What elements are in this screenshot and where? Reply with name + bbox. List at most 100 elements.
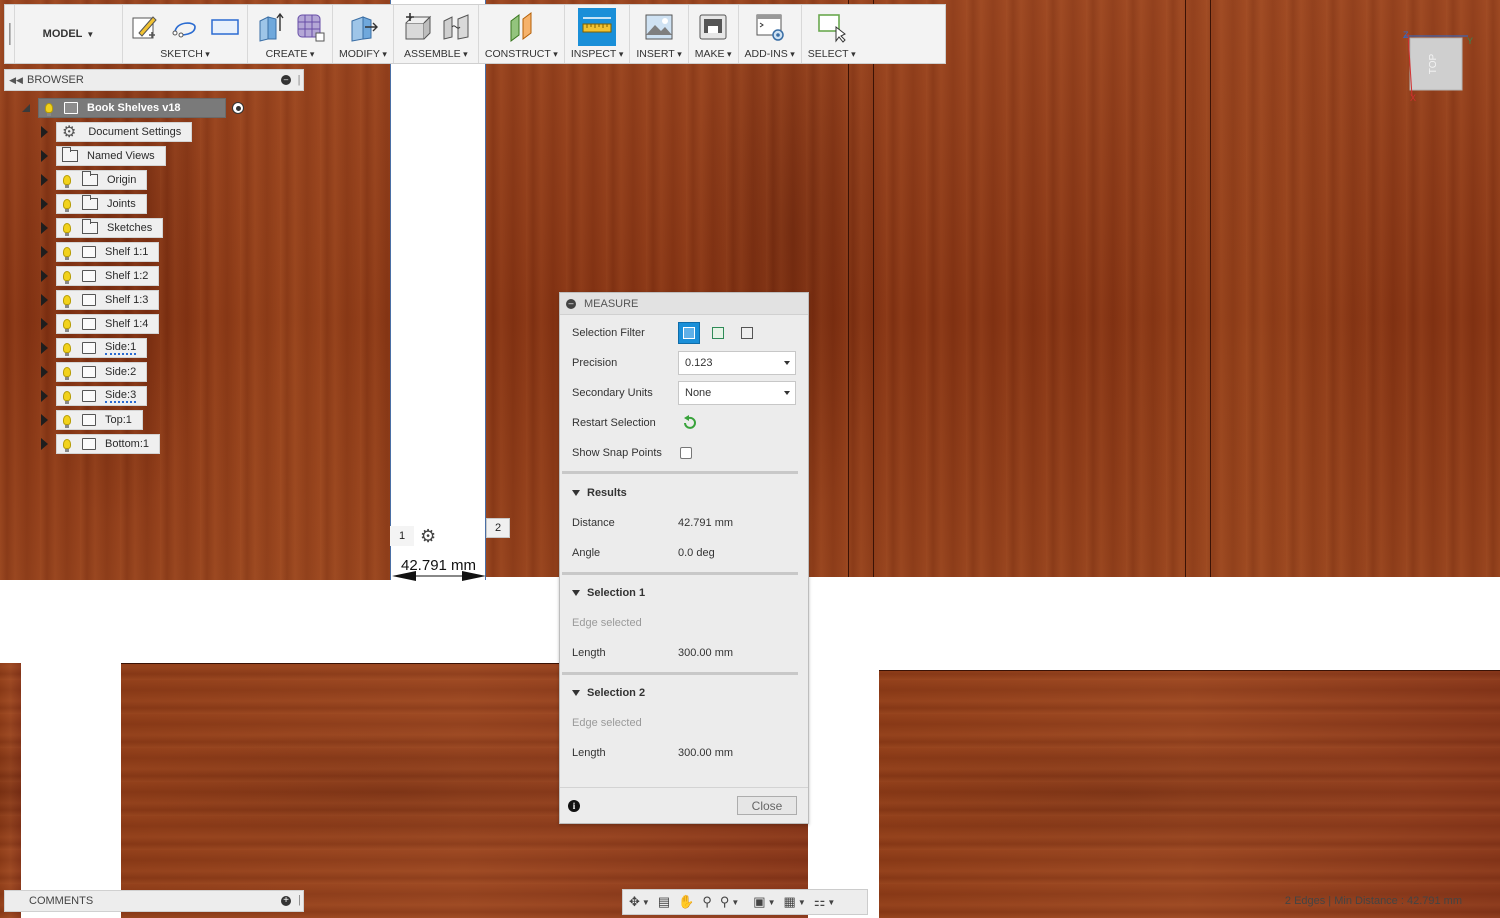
toolbar-group-sketch[interactable]: SKETCH [123,5,248,63]
measure-title-bar[interactable]: – MEASURE [560,293,808,315]
browser-pin-icon[interactable]: | [295,74,303,86]
add-comment-icon[interactable]: + [281,896,291,906]
pan-icon[interactable]: ✋ [678,892,694,912]
toolbar-group-create[interactable]: CREATE [248,5,333,63]
browser-item-origin[interactable]: Origin [38,170,148,190]
selection2-section-header[interactable]: Selection 2 [572,678,645,708]
expand-toggle[interactable] [38,314,50,334]
toolbar-group-insert[interactable]: INSERT [630,5,689,63]
restart-selection-icon[interactable] [681,415,697,431]
show-snap-points-checkbox[interactable] [680,447,692,459]
create-sketch-icon[interactable] [129,11,161,43]
visibility-bulb-icon[interactable] [39,103,59,116]
visibility-bulb-icon[interactable] [57,343,77,356]
browser-item-side-1[interactable]: Side:1 [38,338,148,358]
grid-settings-icon[interactable]: ▦ ▼ [784,892,806,912]
toolbar-group-add-ins[interactable]: ADD-INS [739,5,802,63]
line-icon[interactable] [169,11,201,43]
expand-toggle[interactable] [38,194,50,214]
3d-print-icon[interactable] [697,11,729,43]
visibility-bulb-icon[interactable] [57,175,77,188]
browser-item-side-2[interactable]: Side:2 [38,362,148,382]
secondary-units-dropdown[interactable]: None [678,381,796,405]
toolbar-group-select[interactable]: SELECT [802,5,862,63]
visibility-bulb-icon[interactable] [57,415,77,428]
expand-toggle[interactable] [38,386,50,406]
toolbar-group-make[interactable]: MAKE [689,5,739,63]
visibility-bulb-icon[interactable] [57,439,77,452]
browser-item-side-3[interactable]: Side:3 [38,386,148,406]
gear-icon[interactable]: ⚙ [420,526,436,546]
workspace-dropdown[interactable]: MODEL ▼ [15,5,123,63]
precision-dropdown[interactable]: 0.123 [678,351,796,375]
select-faces-filter-icon[interactable] [707,322,729,344]
display-settings-icon[interactable]: ▣ ▼ [753,892,775,912]
zoom-window-icon[interactable]: ⚲ ▼ [720,892,739,912]
visibility-bulb-icon[interactable] [57,319,77,332]
extrude-icon[interactable] [254,11,286,43]
expand-toggle[interactable] [38,218,50,238]
visibility-bulb-icon[interactable] [57,367,77,380]
new-component-icon[interactable] [400,11,432,43]
zoom-icon[interactable]: ⚲ [702,892,712,912]
insert-image-icon[interactable] [643,11,675,43]
browser-item-top-1[interactable]: Top:1 [38,410,143,430]
toolbar-group-inspect[interactable]: INSPECT [565,5,631,63]
browser-header[interactable]: ◀◀ BROWSER – | [4,69,304,91]
rectangle-icon[interactable] [209,11,241,43]
expand-toggle[interactable] [38,266,50,286]
toolbar-group-construct[interactable]: CONSTRUCT [479,5,565,63]
look-at-icon[interactable]: ▤ [658,892,670,912]
visibility-bulb-icon[interactable] [57,247,77,260]
measure-icon[interactable] [578,8,617,46]
activate-radio-icon[interactable] [232,102,244,114]
expand-toggle[interactable] [38,242,50,262]
visibility-bulb-icon[interactable] [57,271,77,284]
collapse-arrows-icon[interactable]: ◀◀ [5,75,27,86]
visibility-bulb-icon[interactable] [57,199,77,212]
browser-item-document-settings[interactable]: ⚙ Document Settings [38,122,193,142]
toolbar-group-modify[interactable]: MODIFY [333,5,394,63]
expand-toggle[interactable] [38,410,50,430]
info-icon[interactable]: i [568,800,580,812]
viewports-icon[interactable]: ⚏ ▼ [814,892,836,912]
visibility-bulb-icon[interactable] [57,295,77,308]
collapse-icon[interactable]: – [566,298,576,309]
expand-toggle[interactable] [38,434,50,454]
select-bodies-filter-icon[interactable] [678,322,700,344]
browser-item-shelf-1-1[interactable]: Shelf 1:1 [38,242,160,262]
viewcube[interactable]: TOP Z Y X [1400,30,1475,102]
expand-toggle[interactable] [38,146,50,166]
expand-toggle[interactable] [38,170,50,190]
toolbar-group-assemble[interactable]: ASSEMBLE [394,5,479,63]
select-icon[interactable] [816,11,848,43]
selection1-section-header[interactable]: Selection 1 [572,578,645,608]
browser-item-sketches[interactable]: Sketches [38,218,164,238]
press-pull-icon[interactable] [347,11,379,43]
browser-root[interactable]: Book Shelves v18 [20,98,244,118]
expand-toggle[interactable] [38,362,50,382]
joint-icon[interactable] [440,11,472,43]
comments-pin-icon[interactable]: | [298,894,301,906]
selection-marker-2[interactable]: 2 [486,518,510,538]
expand-toggle[interactable] [38,338,50,358]
select-components-filter-icon[interactable] [736,322,758,344]
browser-minimize-icon[interactable]: – [277,75,295,85]
scripts-icon[interactable] [754,11,786,43]
toolbar-grip[interactable] [5,5,15,63]
form-icon[interactable] [294,11,326,43]
browser-item-shelf-1-4[interactable]: Shelf 1:4 [38,314,160,334]
visibility-bulb-icon[interactable] [57,223,77,236]
selection-marker-1[interactable]: 1 [390,526,414,546]
visibility-bulb-icon[interactable] [57,391,77,404]
browser-item-shelf-1-3[interactable]: Shelf 1:3 [38,290,160,310]
comments-panel[interactable]: COMMENTS + | [4,890,304,912]
browser-item-shelf-1-2[interactable]: Shelf 1:2 [38,266,160,286]
close-button[interactable]: Close [737,796,797,815]
expand-toggle[interactable] [20,98,32,118]
expand-toggle[interactable] [38,290,50,310]
results-section-header[interactable]: Results [572,478,627,508]
offset-plane-icon[interactable] [505,11,537,43]
orbit-icon[interactable]: ✥ ▼ [629,892,650,912]
expand-toggle[interactable] [38,122,50,142]
